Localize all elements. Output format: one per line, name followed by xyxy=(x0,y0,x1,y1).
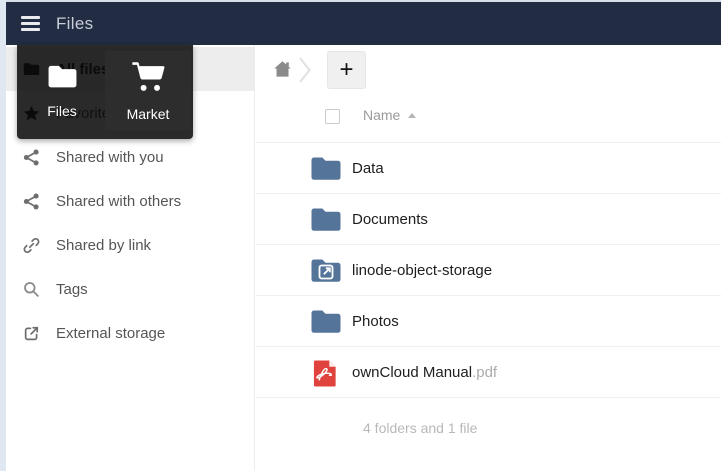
file-name: Documents xyxy=(352,211,428,228)
app-tile-label: Files xyxy=(47,103,77,119)
external-folder-icon xyxy=(310,257,342,284)
folder-icon xyxy=(310,155,342,182)
sidebar-item-shared-with-others[interactable]: Shared with others xyxy=(6,179,254,223)
app-tile-files[interactable]: Files xyxy=(19,51,105,131)
file-list-panel: + Name Data Documents linode-o xyxy=(256,45,721,471)
file-name: ownCloud Manual xyxy=(352,364,472,381)
table-row[interactable]: Data xyxy=(256,143,721,194)
sidebar-item-tags[interactable]: Tags xyxy=(6,267,254,311)
link-icon xyxy=(22,236,40,254)
sidebar-item-label: Shared by link xyxy=(56,237,151,254)
app-switcher-menu: Files Market xyxy=(17,45,193,139)
owncloud-files-page: Files All files Favorites Shared with yo… xyxy=(0,0,721,471)
sidebar-item-external-storage[interactable]: External storage xyxy=(6,311,254,355)
sidebar-item-label: Tags xyxy=(56,281,88,298)
hamburger-icon xyxy=(21,16,40,19)
hamburger-icon xyxy=(21,22,40,25)
table-row[interactable]: linode-object-storage xyxy=(256,245,721,296)
app-menu-toggle-button[interactable] xyxy=(8,2,52,45)
chevron-right-icon xyxy=(298,56,312,84)
app-tile-label: Market xyxy=(127,106,170,122)
folder-icon xyxy=(47,64,78,94)
file-name: linode-object-storage xyxy=(352,262,492,279)
sidebar-item-shared-with-you[interactable]: Shared with you xyxy=(6,135,254,179)
sidebar-item-label: External storage xyxy=(56,325,165,342)
external-link-icon xyxy=(22,324,40,342)
app-title: Files xyxy=(56,14,93,34)
file-extension: .pdf xyxy=(472,364,497,381)
share-icon xyxy=(22,148,40,166)
sidebar-item-shared-by-link[interactable]: Shared by link xyxy=(6,223,254,267)
file-name: Photos xyxy=(352,313,399,330)
file-rows: Data Documents linode-object-storage Pho… xyxy=(256,142,721,398)
folder-icon xyxy=(310,206,342,233)
sidebar-item-label: Shared with others xyxy=(56,193,181,210)
hamburger-icon xyxy=(21,28,40,31)
cart-icon xyxy=(130,61,167,97)
magnifier-icon xyxy=(22,280,40,298)
top-navbar: Files xyxy=(6,0,721,45)
share-icon xyxy=(22,192,40,210)
table-row[interactable]: Photos xyxy=(256,296,721,347)
file-count-summary: 4 folders and 1 file xyxy=(363,420,477,436)
folder-icon xyxy=(310,308,342,335)
column-header-name[interactable]: Name xyxy=(363,107,400,123)
new-file-button[interactable]: + xyxy=(327,51,366,89)
file-name: Data xyxy=(352,160,384,177)
sort-ascending-icon xyxy=(408,113,416,118)
table-row[interactable]: ownCloud Manual.pdf xyxy=(256,347,721,398)
app-tile-market[interactable]: Market xyxy=(105,51,191,131)
table-row[interactable]: Documents xyxy=(256,194,721,245)
pdf-file-icon xyxy=(310,359,342,386)
home-icon[interactable] xyxy=(273,60,292,78)
sidebar-item-label: Shared with you xyxy=(56,149,164,166)
select-all-checkbox[interactable] xyxy=(325,109,340,124)
